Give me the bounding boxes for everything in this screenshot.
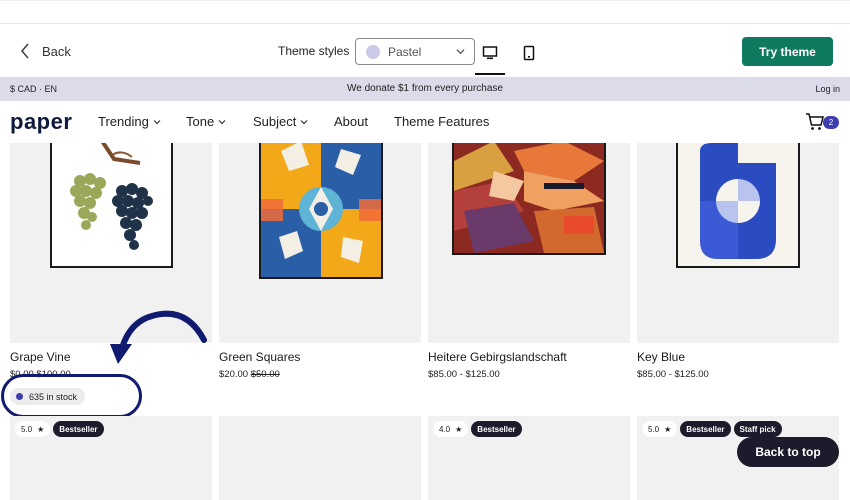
cart-icon[interactable] [805,112,825,132]
login-link[interactable]: Log in [815,84,840,94]
nav-label: Trending [98,114,149,129]
key-blue-artwork [678,143,798,266]
product-image-green-squares[interactable] [219,143,421,343]
back-to-top-button[interactable]: Back to top [737,437,839,467]
product-card[interactable] [219,416,421,500]
chevron-down-icon [300,119,308,124]
star-icon: ★ [455,424,463,434]
star-icon: ★ [664,424,672,434]
announcement-message: We donate $1 from every purchase [346,83,503,94]
active-device-indicator [475,73,505,75]
landscape-artwork [454,143,604,253]
product-badges: 4.0 ★ Bestseller [433,421,522,437]
product-price: $85.00 - $125.00 [637,369,709,380]
back-button[interactable]: Back [20,43,71,59]
art-frame [259,143,383,279]
editor-toolbar: Back Theme styles Pastel Try theme [0,0,850,77]
chevron-down-icon [456,49,465,55]
store-logo[interactable]: paper [10,109,72,135]
star-icon: ★ [37,424,45,434]
nav-subject[interactable]: Subject [253,114,308,129]
theme-styles-label: Theme styles [278,44,350,58]
grape-artwork [70,143,153,250]
art-frame [452,143,606,255]
rating-pill: 5.0 ★ [642,421,678,437]
compare-price: $50.00 [250,369,280,380]
theme-style-value: Pastel [388,44,422,59]
swatch-icon [366,44,380,59]
product-badges: 5.0 ★ Bestseller [15,421,104,437]
annotation-arrow-icon [110,310,207,364]
nav-label: Theme Features [394,114,490,129]
nav-label: About [334,114,368,129]
product-image-heitere-gebirgslandschaft[interactable] [428,143,630,343]
rating-value: 5.0 [648,424,660,434]
product-title[interactable]: Grape Vine [10,350,71,364]
product-price: $85.00 - $125.00 [428,369,500,380]
nav-theme-features[interactable]: Theme Features [394,114,489,129]
product-image-key-blue[interactable] [637,143,839,343]
chevron-down-icon [218,119,226,124]
desktop-icon[interactable] [482,45,498,61]
store-header: paper Trending Tone Subject About Theme … [0,101,850,143]
rating-pill: 5.0 ★ [15,421,51,437]
mobile-icon[interactable] [521,45,537,61]
art-frame [50,143,173,268]
back-label: Back [42,43,71,59]
nav-label: Tone [186,114,215,129]
squares-artwork [261,143,381,277]
product-badges: 5.0 ★ Bestseller Staff pick [642,421,782,437]
rating-value: 5.0 [21,424,33,434]
product-price: $20.00 $50.00 [219,369,280,380]
theme-style-select[interactable]: Pastel [355,38,475,65]
bestseller-badge: Bestseller [680,421,731,437]
rating-value: 4.0 [439,424,451,434]
art-frame [676,143,800,268]
rating-pill: 4.0 ★ [433,421,469,437]
nav-label: Subject [253,114,297,129]
divider [0,23,850,24]
nav-trending[interactable]: Trending [98,114,161,129]
product-title[interactable]: Key Blue [637,350,685,364]
staff-pick-badge: Staff pick [733,421,782,437]
chevron-down-icon [153,119,161,124]
bestseller-badge: Bestseller [53,421,104,437]
annotation-highlight-ellipse [1,374,142,418]
product-title[interactable]: Green Squares [219,350,300,364]
bestseller-badge: Bestseller [471,421,522,437]
cart-count-badge: 2 [823,116,839,129]
try-theme-button[interactable]: Try theme [742,37,833,66]
chevron-left-icon [20,43,29,59]
price: $20.00 [219,369,249,380]
nav-tone[interactable]: Tone [186,114,226,129]
nav-about[interactable]: About [334,114,368,129]
product-title[interactable]: Heitere Gebirgslandschaft [428,350,567,364]
announcement-bar: $ CAD · EN We donate $1 from every purch… [0,77,850,101]
